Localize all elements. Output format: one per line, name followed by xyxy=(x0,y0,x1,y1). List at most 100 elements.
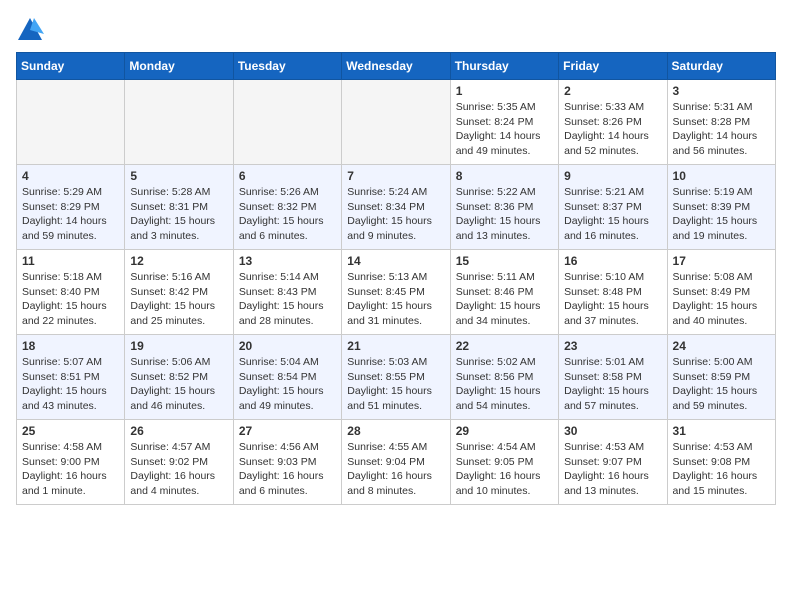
day-number: 5 xyxy=(130,169,227,183)
col-header-tuesday: Tuesday xyxy=(233,53,341,80)
day-cell: 13 Sunrise: 5:14 AM Sunset: 8:43 PM Dayli… xyxy=(233,250,341,335)
day-info: Sunrise: 5:14 AM Sunset: 8:43 PM Dayligh… xyxy=(239,270,336,329)
day-number: 21 xyxy=(347,339,444,353)
day-number: 15 xyxy=(456,254,553,268)
day-cell: 24 Sunrise: 5:00 AM Sunset: 8:59 PM Dayli… xyxy=(667,335,775,420)
week-row-3: 11Sunrise: 5:18 AM Sunset: 8:40 PM Dayli… xyxy=(17,250,776,335)
day-number: 18 xyxy=(22,339,119,353)
day-info: Sunrise: 5:33 AM Sunset: 8:26 PM Dayligh… xyxy=(564,100,661,159)
day-info: Sunrise: 5:22 AM Sunset: 8:36 PM Dayligh… xyxy=(456,185,553,244)
day-info: Sunrise: 5:26 AM Sunset: 8:32 PM Dayligh… xyxy=(239,185,336,244)
day-info: Sunrise: 5:21 AM Sunset: 8:37 PM Dayligh… xyxy=(564,185,661,244)
col-header-monday: Monday xyxy=(125,53,233,80)
day-number: 17 xyxy=(673,254,770,268)
day-cell: 8 Sunrise: 5:22 AM Sunset: 8:36 PM Daylig… xyxy=(450,165,558,250)
day-cell: 31 Sunrise: 4:53 AM Sunset: 9:08 PM Dayli… xyxy=(667,420,775,505)
day-info: Sunrise: 5:06 AM Sunset: 8:52 PM Dayligh… xyxy=(130,355,227,414)
logo-icon xyxy=(16,16,44,44)
day-info: Sunrise: 5:24 AM Sunset: 8:34 PM Dayligh… xyxy=(347,185,444,244)
day-number: 29 xyxy=(456,424,553,438)
day-cell xyxy=(125,80,233,165)
day-number: 27 xyxy=(239,424,336,438)
day-cell xyxy=(233,80,341,165)
day-info: Sunrise: 5:13 AM Sunset: 8:45 PM Dayligh… xyxy=(347,270,444,329)
day-cell: 19Sunrise: 5:06 AM Sunset: 8:52 PM Dayli… xyxy=(125,335,233,420)
day-cell: 3 Sunrise: 5:31 AM Sunset: 8:28 PM Daylig… xyxy=(667,80,775,165)
day-info: Sunrise: 5:01 AM Sunset: 8:58 PM Dayligh… xyxy=(564,355,661,414)
day-cell: 18 Sunrise: 5:07 AM Sunset: 8:51 PM Dayli… xyxy=(17,335,125,420)
day-cell: 26 Sunrise: 4:57 AM Sunset: 9:02 PM Dayli… xyxy=(125,420,233,505)
day-cell: 5 Sunrise: 5:28 AM Sunset: 8:31 PM Daylig… xyxy=(125,165,233,250)
day-number: 16 xyxy=(564,254,661,268)
day-info: Sunrise: 5:08 AM Sunset: 8:49 PM Dayligh… xyxy=(673,270,770,329)
day-number: 24 xyxy=(673,339,770,353)
day-cell: 14 Sunrise: 5:13 AM Sunset: 8:45 PM Dayli… xyxy=(342,250,450,335)
day-number: 14 xyxy=(347,254,444,268)
day-info: Sunrise: 5:00 AM Sunset: 8:59 PM Dayligh… xyxy=(673,355,770,414)
day-info: Sunrise: 4:55 AM Sunset: 9:04 PM Dayligh… xyxy=(347,440,444,499)
col-header-wednesday: Wednesday xyxy=(342,53,450,80)
page-header xyxy=(16,16,776,44)
day-cell: 23 Sunrise: 5:01 AM Sunset: 8:58 PM Dayli… xyxy=(559,335,667,420)
col-header-thursday: Thursday xyxy=(450,53,558,80)
day-cell: 25Sunrise: 4:58 AM Sunset: 9:00 PM Dayli… xyxy=(17,420,125,505)
day-info: Sunrise: 4:58 AM Sunset: 9:00 PM Dayligh… xyxy=(22,440,119,499)
day-number: 23 xyxy=(564,339,661,353)
day-cell: 11Sunrise: 5:18 AM Sunset: 8:40 PM Dayli… xyxy=(17,250,125,335)
day-cell: 21Sunrise: 5:03 AM Sunset: 8:55 PM Dayli… xyxy=(342,335,450,420)
day-cell: 7Sunrise: 5:24 AM Sunset: 8:34 PM Daylig… xyxy=(342,165,450,250)
week-row-4: 18 Sunrise: 5:07 AM Sunset: 8:51 PM Dayli… xyxy=(17,335,776,420)
day-info: Sunrise: 5:18 AM Sunset: 8:40 PM Dayligh… xyxy=(22,270,119,329)
day-cell: 12 Sunrise: 5:16 AM Sunset: 8:42 PM Dayli… xyxy=(125,250,233,335)
day-cell xyxy=(342,80,450,165)
day-cell: 20Sunrise: 5:04 AM Sunset: 8:54 PM Dayli… xyxy=(233,335,341,420)
header-row: SundayMondayTuesdayWednesdayThursdayFrid… xyxy=(17,53,776,80)
day-number: 2 xyxy=(564,84,661,98)
day-info: Sunrise: 5:31 AM Sunset: 8:28 PM Dayligh… xyxy=(673,100,770,159)
logo xyxy=(16,16,48,44)
day-cell: 1 Sunrise: 5:35 AM Sunset: 8:24 PM Daylig… xyxy=(450,80,558,165)
col-header-sunday: Sunday xyxy=(17,53,125,80)
day-info: Sunrise: 5:28 AM Sunset: 8:31 PM Dayligh… xyxy=(130,185,227,244)
day-number: 3 xyxy=(673,84,770,98)
day-info: Sunrise: 4:53 AM Sunset: 9:08 PM Dayligh… xyxy=(673,440,770,499)
day-info: Sunrise: 5:16 AM Sunset: 8:42 PM Dayligh… xyxy=(130,270,227,329)
day-cell: 29 Sunrise: 4:54 AM Sunset: 9:05 PM Dayli… xyxy=(450,420,558,505)
day-number: 9 xyxy=(564,169,661,183)
day-number: 12 xyxy=(130,254,227,268)
day-number: 6 xyxy=(239,169,336,183)
day-cell: 10 Sunrise: 5:19 AM Sunset: 8:39 PM Dayli… xyxy=(667,165,775,250)
col-header-friday: Friday xyxy=(559,53,667,80)
day-number: 8 xyxy=(456,169,553,183)
day-cell: 6 Sunrise: 5:26 AM Sunset: 8:32 PM Daylig… xyxy=(233,165,341,250)
day-number: 10 xyxy=(673,169,770,183)
day-info: Sunrise: 4:56 AM Sunset: 9:03 PM Dayligh… xyxy=(239,440,336,499)
day-info: Sunrise: 5:35 AM Sunset: 8:24 PM Dayligh… xyxy=(456,100,553,159)
week-row-5: 25Sunrise: 4:58 AM Sunset: 9:00 PM Dayli… xyxy=(17,420,776,505)
day-cell xyxy=(17,80,125,165)
day-info: Sunrise: 5:04 AM Sunset: 8:54 PM Dayligh… xyxy=(239,355,336,414)
day-info: Sunrise: 4:57 AM Sunset: 9:02 PM Dayligh… xyxy=(130,440,227,499)
day-number: 26 xyxy=(130,424,227,438)
day-info: Sunrise: 4:53 AM Sunset: 9:07 PM Dayligh… xyxy=(564,440,661,499)
day-cell: 9 Sunrise: 5:21 AM Sunset: 8:37 PM Daylig… xyxy=(559,165,667,250)
day-info: Sunrise: 5:19 AM Sunset: 8:39 PM Dayligh… xyxy=(673,185,770,244)
day-number: 31 xyxy=(673,424,770,438)
day-number: 13 xyxy=(239,254,336,268)
day-cell: 22 Sunrise: 5:02 AM Sunset: 8:56 PM Dayli… xyxy=(450,335,558,420)
day-number: 22 xyxy=(456,339,553,353)
week-row-2: 4Sunrise: 5:29 AM Sunset: 8:29 PM Daylig… xyxy=(17,165,776,250)
day-info: Sunrise: 4:54 AM Sunset: 9:05 PM Dayligh… xyxy=(456,440,553,499)
day-cell: 4Sunrise: 5:29 AM Sunset: 8:29 PM Daylig… xyxy=(17,165,125,250)
day-number: 28 xyxy=(347,424,444,438)
day-info: Sunrise: 5:10 AM Sunset: 8:48 PM Dayligh… xyxy=(564,270,661,329)
day-info: Sunrise: 5:07 AM Sunset: 8:51 PM Dayligh… xyxy=(22,355,119,414)
day-cell: 30 Sunrise: 4:53 AM Sunset: 9:07 PM Dayli… xyxy=(559,420,667,505)
day-info: Sunrise: 5:02 AM Sunset: 8:56 PM Dayligh… xyxy=(456,355,553,414)
week-row-1: 1 Sunrise: 5:35 AM Sunset: 8:24 PM Daylig… xyxy=(17,80,776,165)
day-info: Sunrise: 5:11 AM Sunset: 8:46 PM Dayligh… xyxy=(456,270,553,329)
day-number: 30 xyxy=(564,424,661,438)
day-cell: 27 Sunrise: 4:56 AM Sunset: 9:03 PM Dayli… xyxy=(233,420,341,505)
day-number: 1 xyxy=(456,84,553,98)
day-cell: 17 Sunrise: 5:08 AM Sunset: 8:49 PM Dayli… xyxy=(667,250,775,335)
